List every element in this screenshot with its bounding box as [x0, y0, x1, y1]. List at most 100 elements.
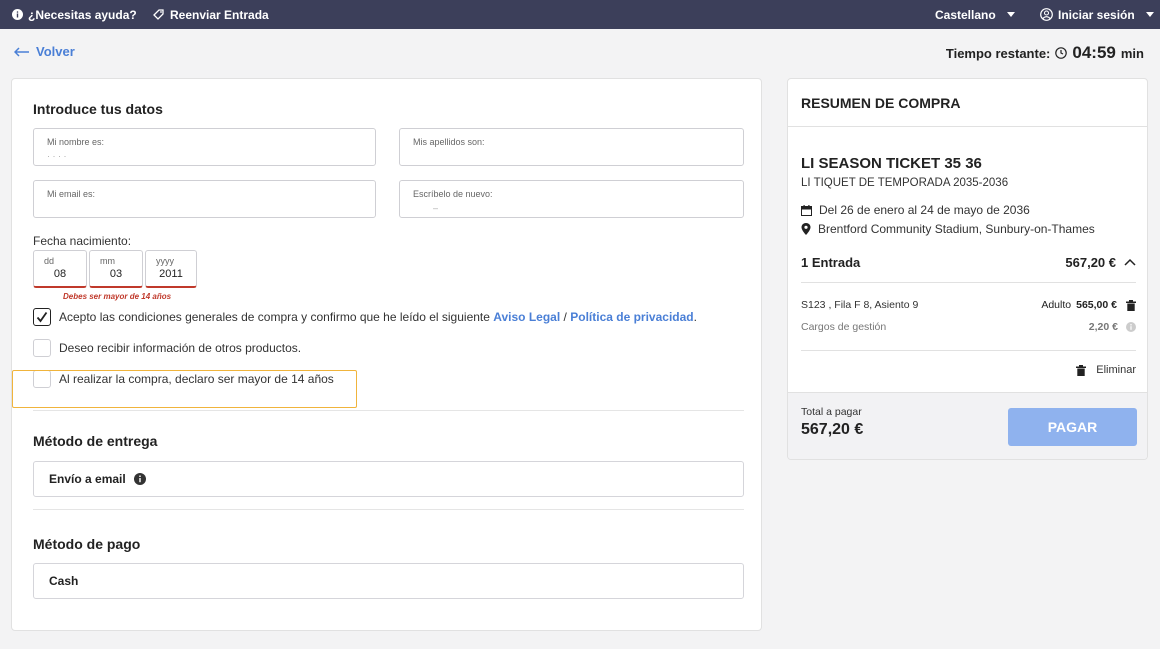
event-dates-text: Del 26 de enero al 24 de mayo de 2036: [819, 203, 1030, 217]
birth-month-label: mm: [100, 256, 115, 266]
name-field-label: Mi nombre es:: [47, 137, 105, 147]
info-icon[interactable]: [133, 473, 146, 485]
ticket-type: Adulto: [1041, 299, 1072, 311]
event-venue-text: Brentford Community Stadium, Sunbury-on-…: [818, 222, 1095, 236]
total-value: 567,20 €: [801, 421, 864, 438]
age-declaration-highlight: [12, 370, 357, 408]
divider: [801, 282, 1136, 283]
terms-suffix: .: [693, 310, 697, 324]
newsletter-label: Deseo recibir información de otros produ…: [59, 341, 302, 355]
tickets-total: 567,20 €: [1065, 254, 1116, 270]
terms-prefix: Acepto las condiciones generales de comp…: [59, 310, 490, 324]
arrow-left-icon: [14, 46, 29, 57]
user-circle-icon: [1040, 8, 1053, 21]
event-venue: Brentford Community Stadium, Sunbury-on-…: [801, 222, 1095, 236]
purchase-summary-card: RESUMEN DE COMPRA LI SEASON TICKET 35 36…: [787, 78, 1148, 460]
newsletter-checkbox[interactable]: [33, 339, 51, 357]
delivery-title: Método de entrega: [33, 433, 158, 449]
clock-icon: [1055, 47, 1068, 59]
fees-label: Cargos de gestión: [801, 321, 887, 333]
delete-label: Eliminar: [1096, 364, 1136, 376]
trash-icon[interactable]: [1126, 299, 1136, 311]
email-repeat-field-value: –: [433, 203, 439, 213]
event-dates: Del 26 de enero al 24 de mayo de 2036: [801, 203, 1030, 217]
email-repeat-field[interactable]: Escríbelo de nuevo: –: [399, 180, 744, 218]
pay-button[interactable]: PAGAR: [1008, 408, 1137, 446]
divider: [33, 509, 744, 510]
trash-icon: [1076, 364, 1087, 376]
fees-line: Cargos de gestión 2,20 €: [801, 319, 1136, 335]
birth-day-input[interactable]: dd 08: [33, 250, 87, 288]
ticket-line: S123 , Fila F 8, Asiento 9 Adulto 565,00…: [801, 297, 1136, 313]
top-bar: ¿Necesitas ayuda? Reenviar Entrada Caste…: [0, 0, 1160, 29]
birth-month-value: 03: [109, 268, 123, 280]
birth-year-input[interactable]: yyyy 2011: [145, 250, 197, 288]
name-field[interactable]: Mi nombre es: · · · ·: [33, 128, 376, 166]
fees-value: 2,20 €: [1088, 321, 1118, 333]
calendar-icon: [801, 204, 812, 216]
privacy-policy-link[interactable]: Política de privacidad: [570, 310, 693, 324]
summary-footer: Total a pagar 567,20 € PAGAR: [788, 392, 1147, 459]
countdown-timer: Tiempo restante: 04:59 min: [946, 43, 1144, 63]
language-dropdown[interactable]: Castellano: [935, 0, 1015, 29]
birth-day-label: dd: [44, 256, 55, 266]
ticket-icon: [153, 9, 164, 20]
resend-label: Reenviar Entrada: [170, 7, 269, 22]
birthdate-error: Debes ser mayor de 14 años: [63, 292, 172, 301]
resend-ticket-link[interactable]: Reenviar Entrada: [152, 0, 269, 29]
newsletter-row: Deseo recibir información de otros produ…: [33, 339, 301, 357]
login-dropdown[interactable]: Iniciar sesión: [1040, 0, 1154, 29]
terms-text: Acepto las condiciones generales de comp…: [59, 310, 697, 324]
summary-header: RESUMEN DE COMPRA: [788, 79, 1147, 127]
caret-down-icon: [1145, 12, 1154, 17]
birth-day-value: 08: [53, 268, 67, 280]
summary-title: RESUMEN DE COMPRA: [801, 95, 961, 111]
delivery-option-label: Envío a email: [49, 472, 126, 486]
caret-down-icon: [1006, 12, 1015, 17]
email-field[interactable]: Mi email es:: [33, 180, 376, 218]
help-link[interactable]: ¿Necesitas ayuda?: [12, 0, 137, 29]
payment-option-label: Cash: [49, 574, 79, 588]
back-label: Volver: [36, 44, 75, 59]
divider: [801, 350, 1136, 351]
form-title: Introduce tus datos: [33, 101, 163, 117]
total-label: Total a pagar: [801, 406, 862, 418]
checkout-form-card: Introduce tus datos Mi nombre es: · · · …: [11, 78, 762, 631]
help-label: ¿Necesitas ayuda?: [28, 7, 137, 22]
terms-row: Acepto las condiciones generales de comp…: [33, 308, 697, 326]
name-field-value: · · · ·: [47, 151, 67, 161]
chevron-up-icon[interactable]: [1124, 258, 1136, 266]
terms-separator: /: [563, 310, 567, 324]
email-field-label: Mi email es:: [47, 189, 96, 199]
legal-notice-link[interactable]: Aviso Legal: [493, 310, 560, 324]
email-repeat-field-label: Escríbelo de nuevo:: [413, 189, 493, 199]
payment-title: Método de pago: [33, 536, 141, 552]
birth-year-label: yyyy: [156, 256, 174, 266]
delivery-option[interactable]: Envío a email: [33, 461, 744, 497]
seat-info: S123 , Fila F 8, Asiento 9: [801, 299, 919, 311]
back-link[interactable]: Volver: [14, 44, 75, 59]
tickets-label: 1 Entrada: [801, 254, 861, 270]
birth-year-value: 2011: [159, 268, 183, 280]
birthdate-label: Fecha nacimiento:: [33, 234, 132, 248]
tickets-row[interactable]: 1 Entrada 567,20 €: [801, 252, 1136, 272]
info-icon: [12, 9, 23, 20]
map-pin-icon: [801, 223, 811, 235]
divider: [33, 410, 744, 411]
checkmark-icon: [36, 311, 48, 323]
event-subtitle: LI TIQUET DE TEMPORADA 2035-2036: [801, 177, 1009, 189]
timer-unit: min: [1120, 45, 1144, 61]
surname-field-label: Mis apellidos son:: [413, 137, 485, 147]
payment-option[interactable]: Cash: [33, 563, 744, 599]
birth-month-input[interactable]: mm 03: [89, 250, 143, 288]
ticket-price: 565,00 €: [1076, 299, 1117, 311]
event-name: LI SEASON TICKET 35 36: [801, 155, 982, 172]
timer-label: Tiempo restante:: [945, 45, 1051, 61]
info-icon[interactable]: [1126, 322, 1136, 332]
surname-field[interactable]: Mis apellidos son:: [399, 128, 744, 166]
terms-checkbox[interactable]: [33, 308, 51, 326]
timer-value: 04:59: [1072, 43, 1116, 62]
delete-action[interactable]: Eliminar: [801, 362, 1136, 378]
login-label: Iniciar sesión: [1058, 7, 1135, 22]
language-label: Castellano: [935, 7, 996, 22]
